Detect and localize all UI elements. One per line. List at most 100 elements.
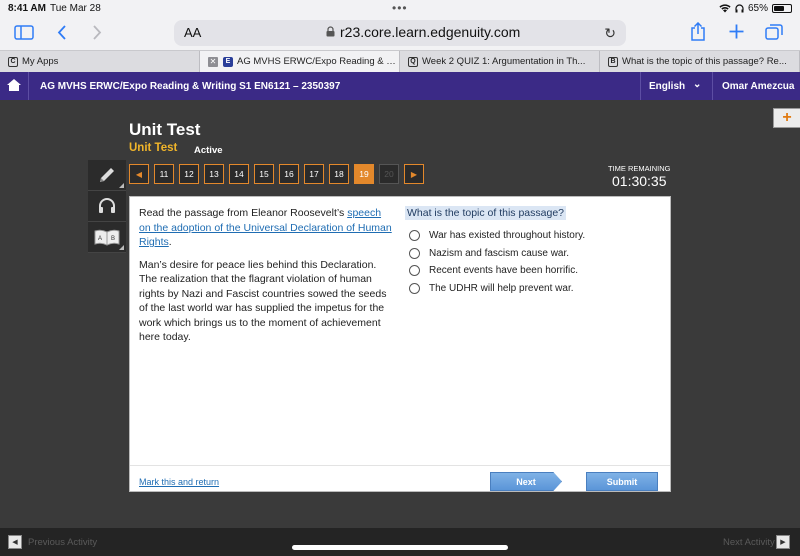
close-tab-icon[interactable]: ✕ (208, 56, 218, 67)
tool-menu-corner (119, 183, 124, 188)
question-number-button[interactable]: 15 (254, 164, 274, 184)
question-navigation: ◀ 11 12 13 14 15 16 17 18 19 20 ▶ (129, 164, 424, 184)
previous-question-button[interactable]: ◀ (129, 164, 149, 184)
question-number-button[interactable]: 17 (304, 164, 324, 184)
passage-body: Man’s desire for peace lies behind this … (139, 258, 387, 344)
language-selector[interactable]: English (649, 81, 685, 92)
reload-icon[interactable]: ↻ (604, 25, 616, 42)
answer-option-label: The UDHR will help prevent war. (429, 282, 574, 294)
previous-activity-label[interactable]: Previous Activity (28, 537, 97, 548)
battery-fill (774, 6, 785, 11)
home-icon[interactable] (6, 78, 22, 92)
answer-option-label: War has existed throughout history. (429, 230, 586, 242)
home-indicator[interactable] (292, 545, 508, 550)
lock-icon (326, 26, 335, 37)
browser-tab[interactable]: ✕ E AG MVHS ERWC/Expo Reading & Writ... (200, 51, 400, 72)
sidebar-icon[interactable] (14, 25, 34, 40)
passage-intro: Read the passage from Eleanor Roosevelt’… (139, 206, 393, 250)
share-icon[interactable] (690, 22, 706, 41)
question-number-button[interactable]: 11 (154, 164, 174, 184)
wifi-icon (719, 4, 731, 13)
plus-icon[interactable]: + (773, 108, 800, 128)
question-number-button[interactable]: 12 (179, 164, 199, 184)
main-content: Unit Test Unit Test Active + AB ◀ 11 12 13… (0, 100, 800, 528)
status-badge: Active (194, 145, 223, 156)
tool-palette: AB (88, 160, 126, 253)
question-footer: Mark this and return Next Submit (130, 465, 670, 491)
activity-bar: ◀ Previous Activity Next Activity ▶ (0, 528, 800, 556)
question-panel: Read the passage from Eleanor Roosevelt’… (129, 196, 671, 492)
status-bar: 8:41 AM Tue Mar 28 ••• 65% (0, 0, 800, 16)
question-number-button[interactable]: 16 (279, 164, 299, 184)
radio-button[interactable] (409, 282, 420, 294)
svg-text:A: A (98, 236, 102, 242)
pencil-tool-button[interactable] (88, 160, 126, 191)
tab-title: AG MVHS ERWC/Expo Reading & Writ... (237, 56, 399, 67)
back-icon[interactable] (57, 25, 67, 40)
question-area: What is the topic of this passage? War h… (405, 206, 669, 297)
headphones-icon (99, 198, 115, 213)
next-activity-button[interactable]: ▶ (776, 535, 790, 549)
answer-option[interactable]: Recent events have been horrific. (405, 262, 669, 280)
battery-icon (772, 4, 792, 13)
text-size-button[interactable]: AA (184, 25, 201, 40)
timer-label: TIME REMAINING (608, 164, 671, 173)
chevron-down-icon[interactable]: ⌄ (693, 79, 701, 90)
browser-tab[interactable]: Q Week 2 QUIZ 1: Argumentation in Th... (400, 51, 600, 72)
divider (712, 72, 713, 100)
address-bar[interactable]: AA r23.core.learn.edgenuity.com ↻ (174, 20, 626, 46)
mark-and-return-link[interactable]: Mark this and return (139, 477, 219, 487)
page-subtitle: Unit Test (129, 142, 178, 154)
dictionary-tool-button[interactable]: AB (88, 222, 126, 253)
forward-icon[interactable] (92, 25, 102, 40)
svg-text:B: B (111, 236, 115, 242)
new-tab-icon[interactable] (729, 24, 744, 39)
tab-title: What is the topic of this passage? Re... (622, 56, 787, 67)
course-header: AG MVHS ERWC/Expo Reading & Writing S1 E… (0, 72, 800, 100)
divider (640, 72, 641, 100)
browser-tab[interactable]: B What is the topic of this passage? Re..… (600, 51, 800, 72)
timer-value: 01:30:35 (612, 173, 667, 189)
tab-bar: C My Apps ✕ E AG MVHS ERWC/Expo Reading & Wr… (0, 50, 800, 72)
favicon-icon: C (8, 56, 18, 67)
radio-button[interactable] (409, 230, 420, 242)
page-title: Unit Test (129, 120, 201, 139)
question-number-button[interactable]: 13 (204, 164, 224, 184)
passage-intro-text: Read the passage from Eleanor Roosevelt’… (139, 207, 348, 219)
next-button[interactable]: Next (490, 472, 562, 491)
favicon-icon: Q (408, 56, 418, 67)
tab-title: My Apps (22, 56, 59, 67)
passage-intro-end: . (168, 236, 172, 248)
question-number-button[interactable]: 19 (354, 164, 374, 184)
question-number-button: 20 (379, 164, 399, 184)
next-activity-label[interactable]: Next Activity (723, 537, 775, 548)
answer-option[interactable]: War has existed throughout history. (405, 227, 669, 245)
divider (28, 72, 29, 100)
answer-option-label: Recent events have been horrific. (429, 265, 578, 277)
favicon-icon: B (608, 56, 618, 67)
next-question-button[interactable]: ▶ (404, 164, 424, 184)
tool-menu-corner (119, 245, 124, 250)
answer-option[interactable]: The UDHR will help prevent war. (405, 280, 669, 298)
battery-percent: 65% (747, 3, 768, 14)
browser-tab[interactable]: C My Apps (0, 51, 200, 72)
question-number-button[interactable]: 14 (229, 164, 249, 184)
headphones-status-icon (735, 4, 744, 13)
passage: Read the passage from Eleanor Roosevelt’… (139, 206, 393, 353)
tab-title: Week 2 QUIZ 1: Argumentation in Th... (422, 56, 586, 67)
status-time: 8:41 AM (8, 3, 46, 14)
radio-button[interactable] (409, 265, 420, 277)
previous-activity-button[interactable]: ◀ (8, 535, 22, 549)
user-name[interactable]: Omar Amezcua (722, 81, 794, 92)
answer-option[interactable]: Nazism and fascism cause war. (405, 245, 669, 263)
pencil-icon (100, 168, 114, 182)
question-number-button[interactable]: 18 (329, 164, 349, 184)
audio-tool-button[interactable] (88, 191, 126, 222)
favicon-icon: E (223, 56, 233, 67)
radio-button[interactable] (409, 247, 420, 259)
status-right: 65% (719, 3, 792, 14)
tab-overview-icon[interactable] (765, 23, 783, 40)
answer-options: War has existed throughout history. Nazis… (405, 227, 669, 297)
submit-button[interactable]: Submit (586, 472, 658, 491)
multitasking-dots-icon[interactable]: ••• (392, 1, 408, 15)
